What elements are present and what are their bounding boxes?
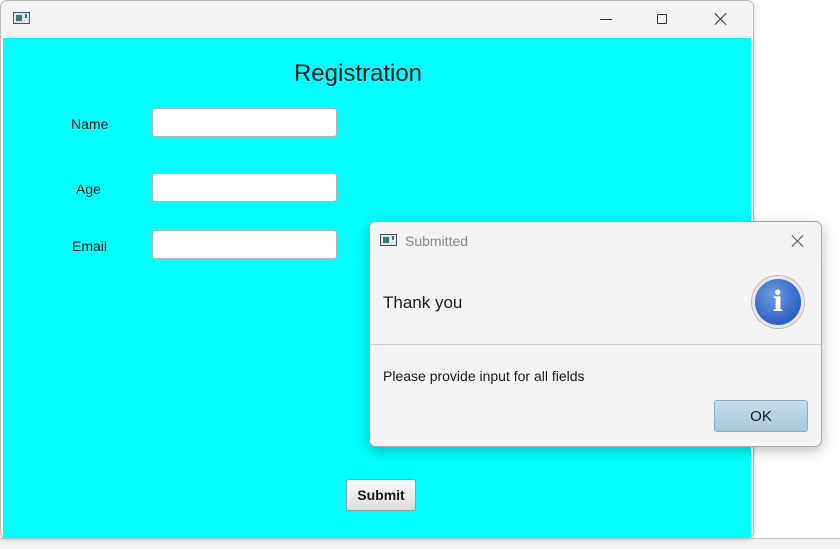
name-label: Name — [71, 116, 109, 132]
maximize-button[interactable] — [639, 1, 685, 37]
minimize-icon — [600, 18, 612, 20]
dialog-titlebar[interactable]: Submitted — [370, 222, 821, 260]
ok-button[interactable]: OK — [714, 400, 808, 432]
dialog-header-text: Thank you — [383, 293, 463, 312]
submitted-dialog: Submitted Thank you i Please provide inp… — [369, 221, 822, 447]
submit-button[interactable]: Submit — [346, 479, 416, 511]
minimize-button[interactable] — [583, 1, 629, 37]
form-title: Registration — [293, 60, 423, 87]
main-titlebar[interactable] — [1, 1, 753, 37]
desktop-taskbar-edge — [0, 538, 840, 549]
info-icon: i — [752, 276, 804, 328]
dialog-body: Please provide input for all fields OK — [370, 345, 821, 446]
age-label: Age — [76, 181, 101, 197]
dialog-app-icon — [380, 234, 397, 246]
close-button[interactable] — [698, 1, 744, 37]
dialog-header: Thank you i — [370, 260, 821, 345]
dialog-title: Submitted — [405, 233, 469, 249]
close-icon — [791, 234, 805, 248]
dialog-message: Please provide input for all fields — [383, 368, 585, 384]
app-icon — [13, 12, 30, 24]
name-input[interactable] — [152, 108, 337, 137]
email-input[interactable] — [152, 230, 337, 259]
age-input[interactable] — [152, 173, 337, 202]
dialog-close-button[interactable] — [775, 222, 821, 260]
info-glyph: i — [772, 285, 784, 318]
maximize-icon — [657, 14, 667, 24]
email-label: Email — [72, 238, 108, 254]
close-icon — [714, 12, 728, 26]
